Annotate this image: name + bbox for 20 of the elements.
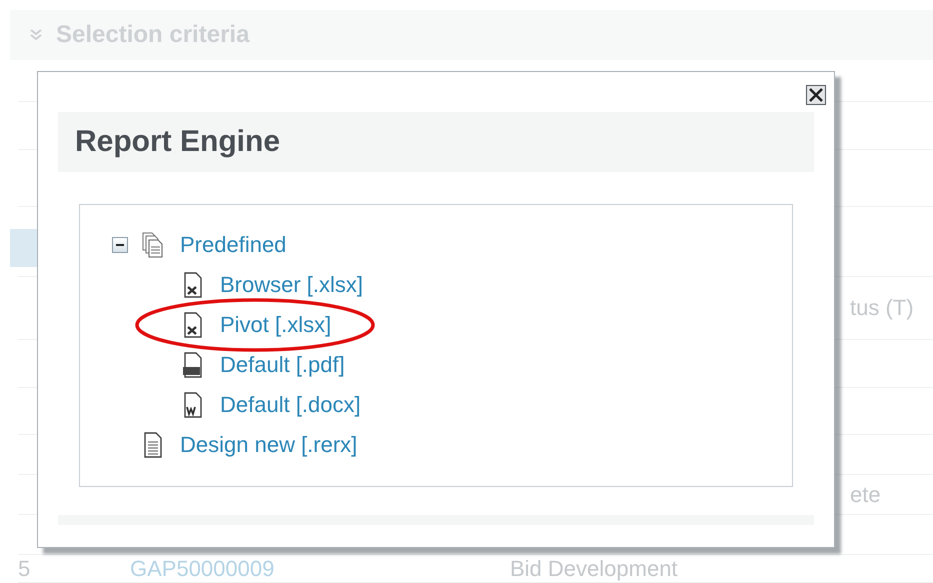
report-link[interactable]: Design new [.rerx] bbox=[180, 432, 358, 458]
document-icon bbox=[142, 432, 164, 458]
report-link[interactable]: Default [.pdf] bbox=[220, 352, 345, 378]
document-stack-icon bbox=[142, 232, 164, 258]
report-link[interactable]: Predefined bbox=[180, 232, 286, 258]
spreadsheet-file-icon bbox=[182, 272, 204, 298]
dialog-title: Report Engine bbox=[75, 125, 280, 159]
pdf-file-icon bbox=[182, 352, 204, 378]
selected-row-marker bbox=[10, 229, 38, 267]
report-link[interactable]: Browser [.xlsx] bbox=[220, 272, 364, 298]
table-cell-text: 5 bbox=[18, 556, 32, 582]
table-cell-text: Bid Development bbox=[510, 556, 679, 582]
column-header: tus (T) bbox=[849, 295, 915, 321]
table-cell: ete bbox=[850, 482, 881, 506]
spreadsheet-file-icon bbox=[182, 312, 204, 338]
double-chevron-icon bbox=[30, 29, 42, 41]
word-file-icon bbox=[182, 392, 204, 418]
report-link[interactable]: Default [.docx] bbox=[220, 392, 361, 418]
collapse-toggle[interactable] bbox=[112, 237, 128, 253]
close-button[interactable] bbox=[806, 85, 826, 105]
